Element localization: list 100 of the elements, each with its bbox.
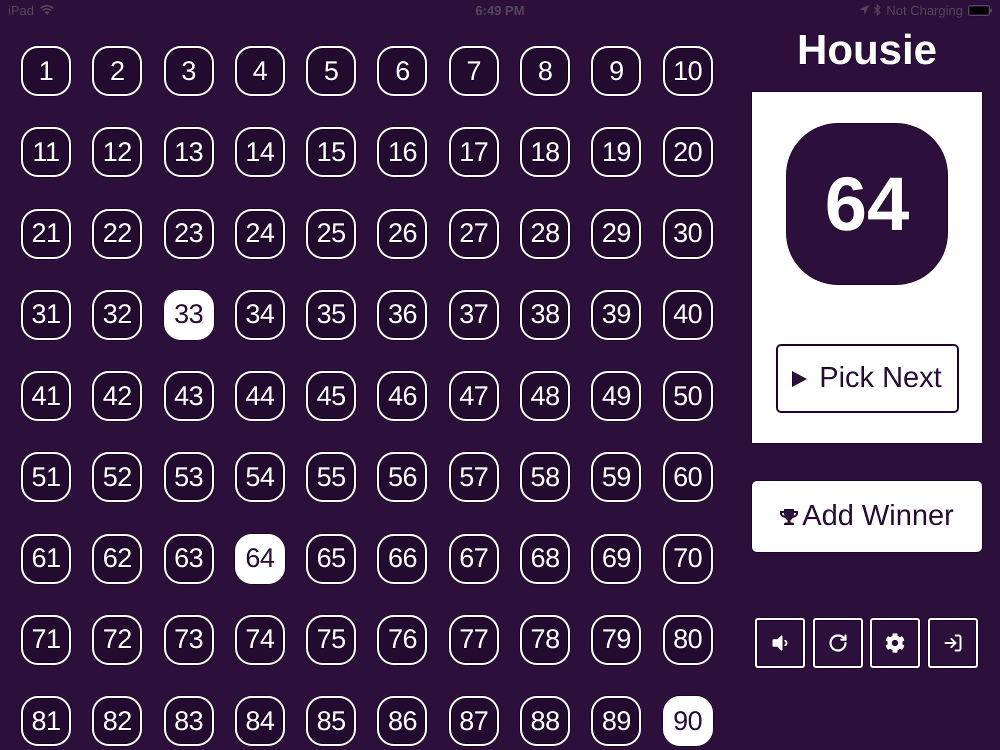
number-tile: 65 bbox=[306, 534, 356, 584]
number-tile: 17 bbox=[448, 127, 499, 178]
add-winner-button[interactable]: Add Winner bbox=[752, 481, 982, 552]
number-tile: 42 bbox=[92, 371, 142, 421]
number-tile: 82 bbox=[92, 696, 142, 746]
number-tile: 26 bbox=[377, 208, 428, 258]
number-tile: 51 bbox=[21, 452, 71, 502]
number-tile: 76 bbox=[377, 614, 428, 665]
number-tile: 25 bbox=[306, 208, 356, 258]
number-tile: 60 bbox=[662, 452, 713, 502]
play-icon bbox=[792, 370, 808, 386]
number-tile: 39 bbox=[591, 290, 642, 340]
number-tile: 1 bbox=[21, 46, 71, 96]
number-tile: 8 bbox=[520, 46, 570, 96]
number-tile: 71 bbox=[21, 614, 71, 665]
number-tile: 9 bbox=[591, 46, 642, 96]
number-tile: 3 bbox=[164, 46, 214, 96]
number-tile: 75 bbox=[306, 614, 356, 665]
number-tile: 83 bbox=[164, 696, 214, 746]
location-arrow-icon bbox=[859, 5, 870, 15]
number-tile: 7 bbox=[448, 46, 499, 96]
number-tile: 56 bbox=[377, 452, 428, 502]
bluetooth-icon bbox=[874, 4, 882, 16]
number-tile: 32 bbox=[92, 290, 142, 340]
number-tile: 84 bbox=[234, 696, 285, 746]
number-tile: 19 bbox=[591, 127, 642, 178]
number-tile: 29 bbox=[591, 208, 642, 258]
number-tile: 24 bbox=[234, 208, 285, 258]
number-tile: 68 bbox=[520, 534, 570, 584]
number-tile: 30 bbox=[662, 208, 713, 258]
number-tile: 28 bbox=[520, 208, 570, 258]
number-tile: 53 bbox=[164, 452, 214, 502]
number-tile: 86 bbox=[377, 696, 428, 746]
number-tile: 40 bbox=[662, 290, 713, 340]
number-tile: 18 bbox=[520, 127, 570, 178]
number-tile: 36 bbox=[377, 290, 428, 340]
number-tile: 55 bbox=[306, 452, 356, 502]
number-tile: 88 bbox=[520, 696, 570, 746]
number-tile: 67 bbox=[448, 534, 499, 584]
refresh-icon bbox=[828, 633, 848, 653]
log-in-button[interactable] bbox=[928, 618, 978, 668]
number-tile: 50 bbox=[662, 371, 713, 421]
number-tile: 5 bbox=[306, 46, 356, 96]
number-tile: 62 bbox=[92, 534, 142, 584]
number-tile: 90 bbox=[662, 696, 713, 746]
settings-icon bbox=[885, 633, 906, 653]
refresh-button[interactable] bbox=[812, 618, 863, 668]
number-tile: 74 bbox=[234, 614, 285, 665]
speaker-icon bbox=[770, 633, 790, 653]
number-tile: 12 bbox=[92, 127, 142, 178]
number-tile: 31 bbox=[21, 290, 71, 340]
number-tile: 33 bbox=[164, 290, 214, 340]
number-tile: 20 bbox=[662, 127, 713, 178]
number-tile: 54 bbox=[234, 452, 285, 502]
number-tile: 48 bbox=[520, 371, 570, 421]
current-number-display: 64 bbox=[786, 123, 948, 285]
number-tile: 34 bbox=[234, 290, 285, 340]
number-tile: 2 bbox=[92, 46, 142, 96]
pick-next-button[interactable]: Pick Next bbox=[776, 344, 958, 413]
number-tile: 13 bbox=[164, 127, 214, 178]
number-tile: 11 bbox=[21, 127, 71, 178]
number-tile: 63 bbox=[164, 534, 214, 584]
number-tile: 21 bbox=[21, 208, 71, 258]
trophy-icon bbox=[780, 508, 798, 526]
number-tile: 45 bbox=[306, 371, 356, 421]
app-title: Housie bbox=[796, 25, 938, 72]
number-tile: 80 bbox=[662, 614, 713, 665]
sound-button[interactable] bbox=[755, 618, 805, 668]
number-tile: 44 bbox=[234, 371, 285, 421]
number-tile: 85 bbox=[306, 696, 356, 746]
battery-icon bbox=[968, 4, 992, 16]
number-tile: 61 bbox=[21, 534, 71, 584]
number-tile: 38 bbox=[520, 290, 570, 340]
number-tile: 23 bbox=[164, 208, 214, 258]
number-tile: 46 bbox=[377, 371, 428, 421]
number-tile: 27 bbox=[448, 208, 499, 258]
wifi-icon bbox=[40, 5, 54, 15]
number-tile: 49 bbox=[591, 371, 642, 421]
number-tile: 81 bbox=[21, 696, 71, 746]
number-tile: 64 bbox=[234, 534, 285, 584]
number-tile: 79 bbox=[591, 614, 642, 665]
number-tile: 14 bbox=[234, 127, 285, 178]
number-tile: 59 bbox=[591, 452, 642, 502]
number-tile: 16 bbox=[377, 127, 428, 178]
number-tile: 78 bbox=[520, 614, 570, 665]
number-tile: 4 bbox=[234, 46, 285, 96]
number-tile: 89 bbox=[591, 696, 642, 746]
number-tile: 47 bbox=[448, 371, 499, 421]
number-tile: 22 bbox=[92, 208, 142, 258]
settings-button[interactable] bbox=[870, 618, 920, 668]
number-tile: 70 bbox=[662, 534, 713, 584]
number-tile: 35 bbox=[306, 290, 356, 340]
number-tile: 57 bbox=[448, 452, 499, 502]
number-tile: 72 bbox=[92, 614, 142, 665]
number-tile: 52 bbox=[92, 452, 142, 502]
number-tile: 69 bbox=[591, 534, 642, 584]
number-tile: 41 bbox=[21, 371, 71, 421]
number-tile: 58 bbox=[520, 452, 570, 502]
number-tile: 77 bbox=[448, 614, 499, 665]
number-tile: 10 bbox=[662, 46, 713, 96]
